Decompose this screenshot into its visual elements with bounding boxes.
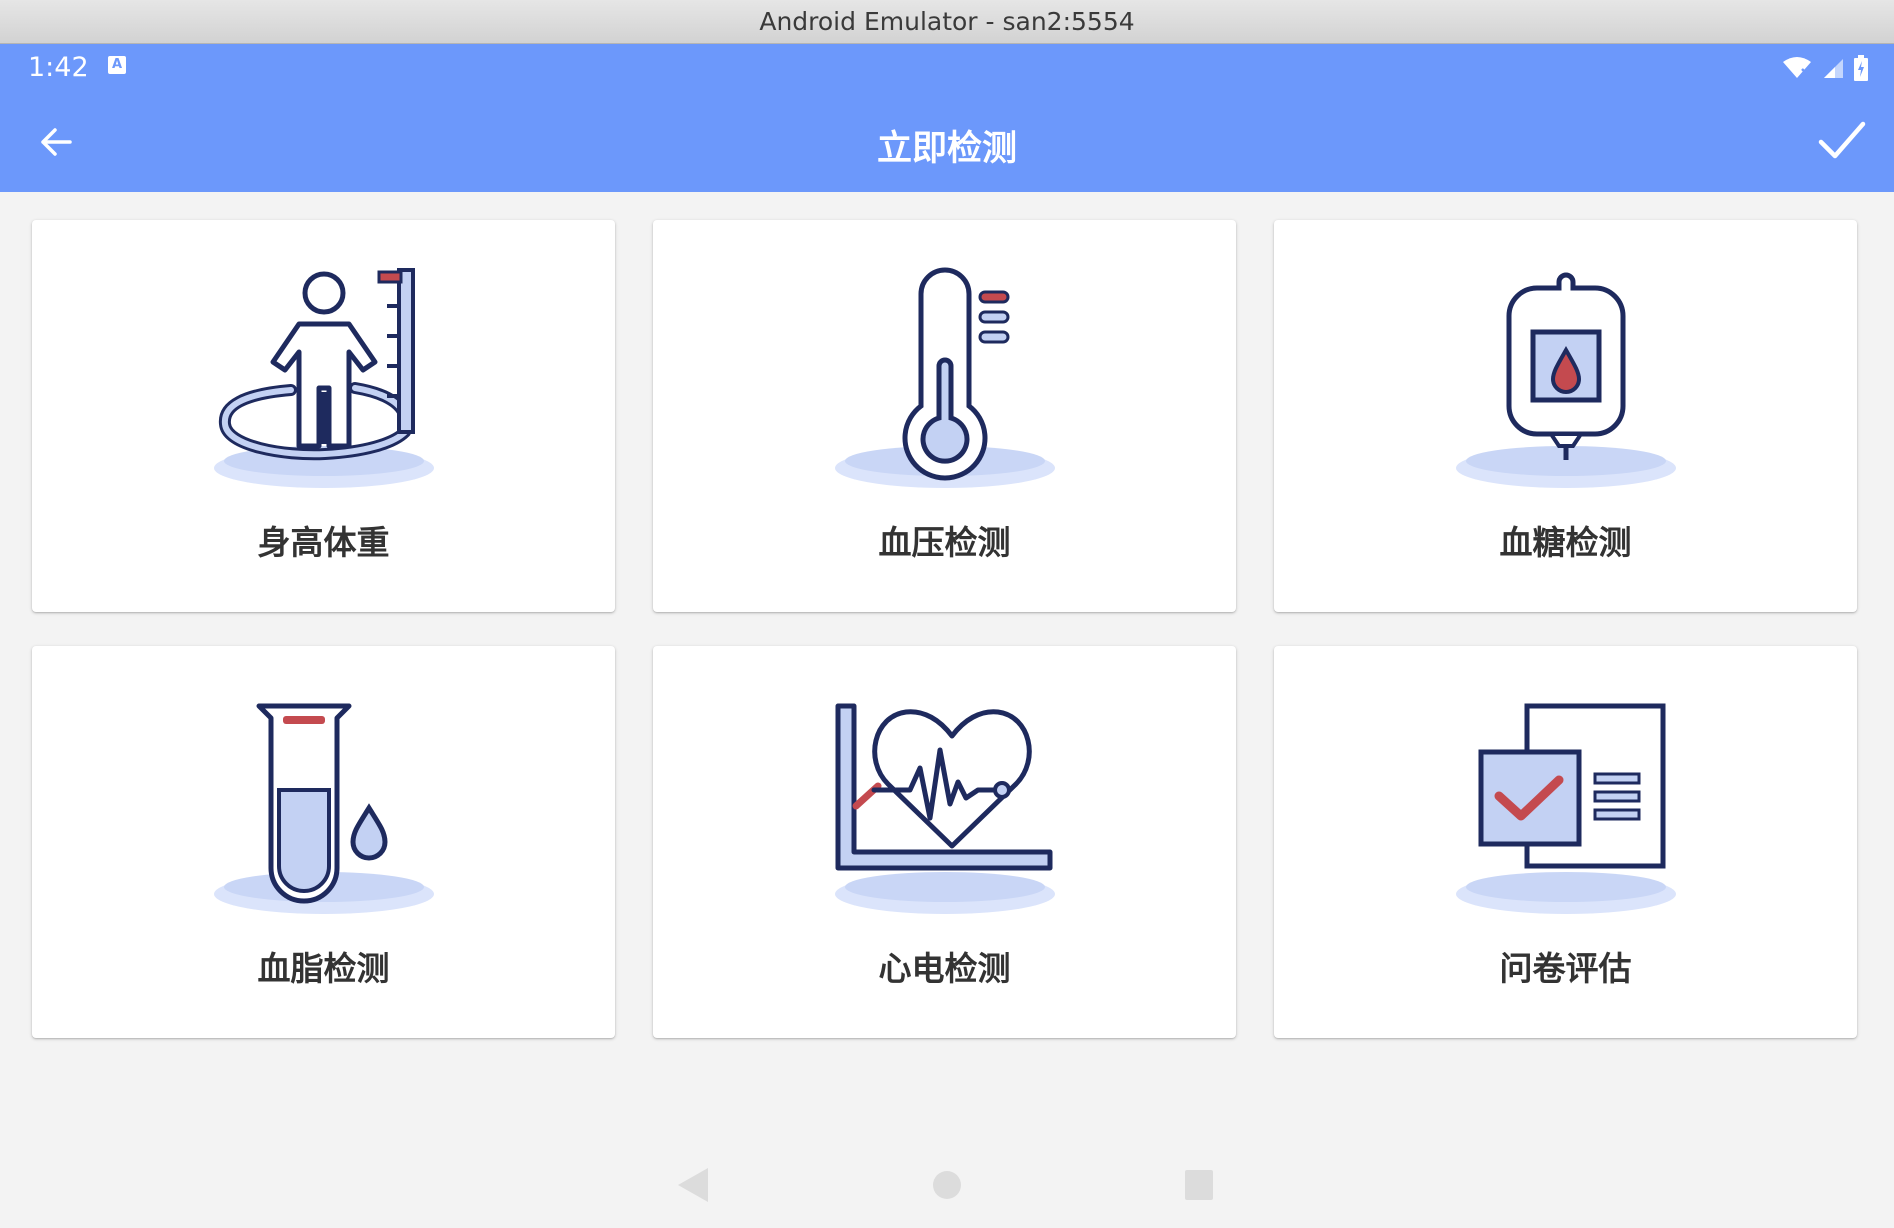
tile-blood-pressure[interactable]: 血压检测 <box>653 220 1236 612</box>
keyboard-notification-icon: A <box>108 56 126 74</box>
tile-blood-lipids[interactable]: 血脂检测 <box>32 646 615 1038</box>
device-screen: 1:42 A 立即检测 身高体重 血压检测 血糖检测 血脂检测 心电检测 问卷评… <box>0 44 1894 1228</box>
thermometer-icon <box>835 267 1055 488</box>
tile-label: 血压检测 <box>878 523 1011 562</box>
app-bar: 立即检测 <box>0 92 1894 192</box>
tile-label: 问卷评估 <box>1499 949 1632 988</box>
signal-icon <box>1824 59 1843 78</box>
wifi-icon <box>1783 57 1811 78</box>
test-tube-icon <box>214 703 434 914</box>
tile-height-weight[interactable]: 身高体重 <box>32 220 615 612</box>
window-titlebar: Android Emulator - san2:5554 <box>0 0 1894 44</box>
navigation-bar <box>0 1144 1894 1228</box>
questionnaire-icon <box>1456 703 1676 914</box>
heart-ecg-icon <box>835 703 1055 914</box>
status-bar: 1:42 A <box>0 44 1894 92</box>
battery-icon <box>1854 55 1868 81</box>
tile-label: 身高体重 <box>257 523 390 562</box>
status-icons <box>1782 52 1868 84</box>
tile-label: 血糖检测 <box>1499 523 1632 562</box>
height-weight-icon <box>214 268 434 488</box>
tile-label: 心电检测 <box>878 949 1011 988</box>
nav-recents-icon[interactable] <box>1184 1166 1214 1204</box>
nav-back-icon[interactable] <box>676 1166 710 1204</box>
tile-label: 血脂检测 <box>257 949 390 988</box>
blood-bag-icon <box>1456 272 1676 488</box>
tile-ecg[interactable]: 心电检测 <box>653 646 1236 1038</box>
status-time: 1:42 <box>28 52 89 83</box>
tile-blood-glucose[interactable]: 血糖检测 <box>1274 220 1857 612</box>
page-title: 立即检测 <box>876 129 1017 169</box>
tile-questionnaire[interactable]: 问卷评估 <box>1274 646 1857 1038</box>
window-title: Android Emulator - san2:5554 <box>759 7 1135 36</box>
checkmark-icon[interactable] <box>1818 118 1866 164</box>
nav-home-icon[interactable] <box>932 1166 962 1204</box>
